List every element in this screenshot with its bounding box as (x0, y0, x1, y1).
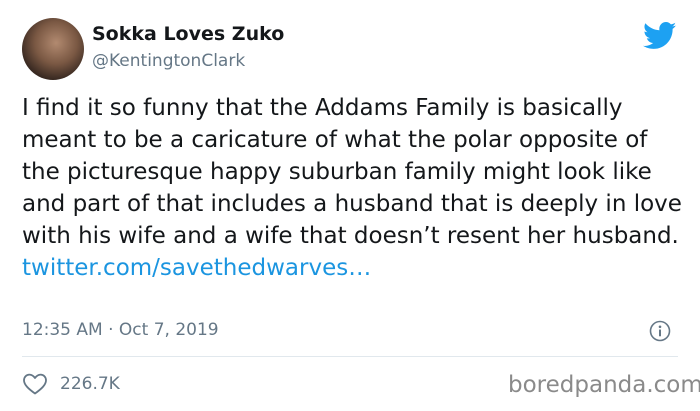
display-name[interactable]: Sokka Loves Zuko (92, 22, 284, 46)
divider (22, 356, 678, 357)
watermark: boredpanda.com (508, 372, 700, 398)
twitter-bird-icon[interactable] (643, 22, 677, 50)
heart-icon[interactable] (22, 372, 48, 396)
like-button[interactable]: 226.7K (22, 370, 120, 398)
like-count: 226.7K (60, 374, 120, 394)
info-icon[interactable] (649, 320, 671, 342)
tweet-body: I find it so funny that the Addams Famil… (22, 95, 682, 249)
tweet-timestamp[interactable]: 12:35 AM · Oct 7, 2019 (22, 319, 219, 341)
avatar[interactable] (22, 18, 84, 80)
tweet-text: I find it so funny that the Addams Famil… (22, 92, 682, 284)
user-handle[interactable]: @KentingtonClark (92, 50, 245, 72)
tweet-link[interactable]: twitter.com/savethedwarves… (22, 255, 371, 281)
